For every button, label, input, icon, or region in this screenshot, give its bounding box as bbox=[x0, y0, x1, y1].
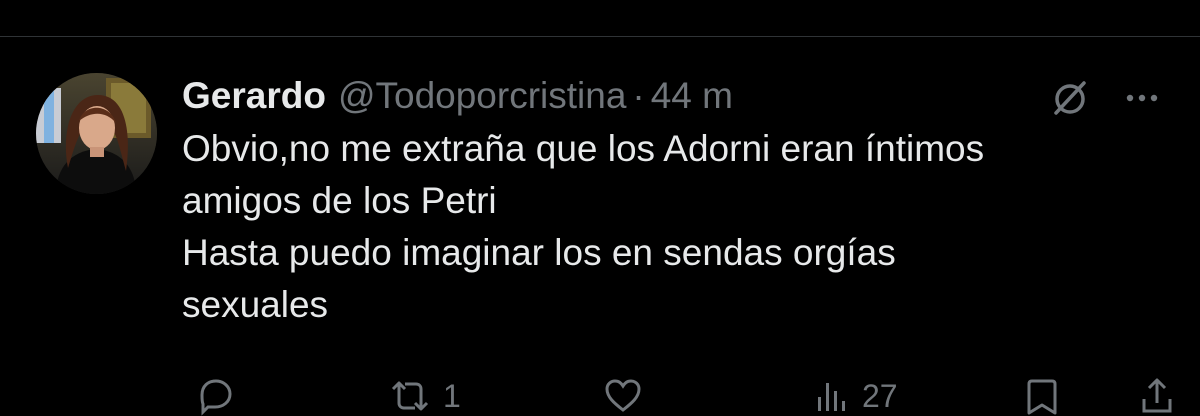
separator-dot: · bbox=[632, 75, 645, 116]
timeline-frame: Gerardo @Todoporcristina · 44 m Obvio,no… bbox=[0, 0, 1200, 416]
tweet-text-line: Obvio,no me extraña que los Adorni eran … bbox=[182, 128, 985, 169]
reply-icon bbox=[194, 375, 236, 416]
grok-icon[interactable] bbox=[1050, 77, 1090, 117]
tweet-header: Gerardo @Todoporcristina · 44 m bbox=[182, 73, 1172, 119]
tweet-text-line: Hasta puedo imaginar los en sendas orgía… bbox=[182, 232, 896, 273]
share-icon bbox=[1137, 375, 1177, 416]
tweet-content: Gerardo @Todoporcristina · 44 m Obvio,no… bbox=[182, 73, 1172, 331]
avatar-image bbox=[36, 73, 157, 194]
retweet-icon bbox=[387, 375, 433, 416]
share-button[interactable] bbox=[1137, 375, 1177, 416]
tweet-actions: 1 27 bbox=[182, 375, 1172, 416]
views-count: 27 bbox=[862, 377, 898, 414]
reply-button[interactable] bbox=[194, 375, 236, 416]
avatar[interactable] bbox=[36, 73, 157, 194]
views-icon bbox=[812, 375, 852, 416]
tweet[interactable]: Gerardo @Todoporcristina · 44 m Obvio,no… bbox=[0, 37, 1200, 416]
tweet-timestamp[interactable]: 44 m bbox=[651, 73, 733, 119]
views-button[interactable]: 27 bbox=[812, 375, 898, 416]
author-handle[interactable]: @Todoporcristina bbox=[338, 73, 626, 119]
author-display-name[interactable]: Gerardo bbox=[182, 73, 326, 119]
retweet-button[interactable]: 1 bbox=[387, 375, 461, 416]
tweet-text-line: sexuales bbox=[182, 284, 329, 325]
retweet-count: 1 bbox=[443, 377, 461, 414]
bookmark-button[interactable] bbox=[1022, 375, 1062, 416]
more-icon[interactable] bbox=[1122, 83, 1162, 113]
tweet-text-line: amigos de los Petri bbox=[182, 180, 497, 221]
bookmark-icon bbox=[1022, 375, 1062, 416]
like-button[interactable] bbox=[602, 375, 644, 416]
tweet-text: Obvio,no me extraña que los Adorni eran … bbox=[182, 123, 1172, 331]
like-icon bbox=[602, 375, 644, 416]
